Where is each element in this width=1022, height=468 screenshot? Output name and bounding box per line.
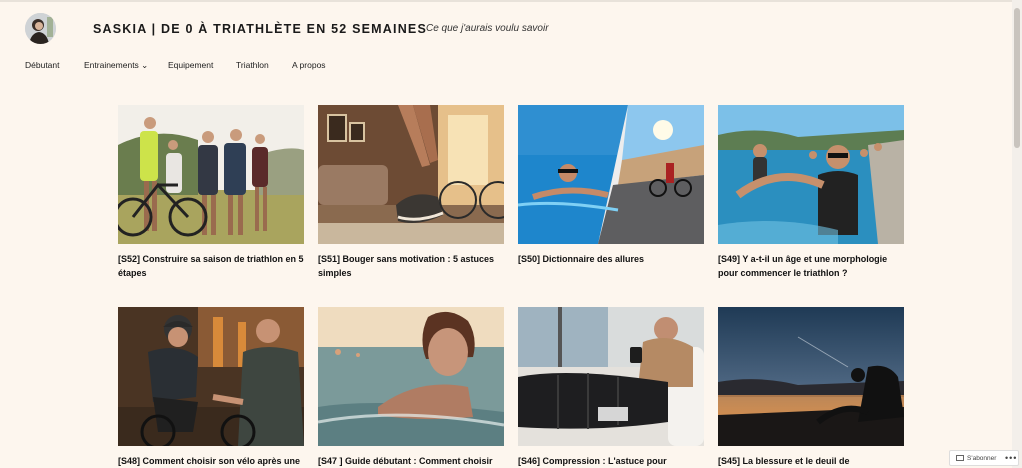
nav-item-triathlon[interactable]: Triathlon	[236, 60, 269, 70]
post-title[interactable]: [S51] Bouger sans motivation : 5 astuces…	[318, 252, 504, 280]
more-options-icon[interactable]: •••	[1005, 453, 1017, 463]
post-thumbnail[interactable]	[718, 307, 904, 446]
post-title[interactable]: [S48] Comment choisir son vélo après une	[118, 454, 304, 468]
site-title[interactable]: SASKIA | DE 0 À TRIATHLÈTE EN 52 SEMAINE…	[93, 22, 427, 36]
nav-item-equipement[interactable]: Equipement	[168, 60, 213, 70]
nav-item-debutant[interactable]: Débutant	[25, 60, 60, 70]
post-title[interactable]: [S47 ] Guide débutant : Comment choisir	[318, 454, 504, 468]
nav-item-entrainements[interactable]: Entrainements ⌄	[84, 60, 148, 71]
site-avatar[interactable]	[25, 13, 56, 44]
nav-item-a-propos[interactable]: A propos	[292, 60, 326, 70]
post-thumbnail[interactable]	[118, 105, 304, 244]
post-thumbnail[interactable]	[718, 105, 904, 244]
post-thumbnail[interactable]	[518, 105, 704, 244]
post-title[interactable]: [S49] Y a-t-il un âge et une morphologie…	[718, 252, 904, 280]
subscribe-widget[interactable]: S'abonner •••	[949, 450, 1019, 466]
page-scrollbar[interactable]	[1012, 0, 1022, 468]
post-thumbnail[interactable]	[318, 105, 504, 244]
site-header: SASKIA | DE 0 À TRIATHLÈTE EN 52 SEMAINE…	[0, 0, 1012, 95]
post-thumbnail[interactable]	[518, 307, 704, 446]
post-title[interactable]: [S50] Dictionnaire des allures	[518, 252, 704, 266]
site-tagline: Ce que j'aurais voulu savoir	[426, 23, 549, 34]
post-thumbnail[interactable]	[318, 307, 504, 446]
subscribe-button[interactable]: S'abonner	[967, 455, 996, 462]
post-title[interactable]: [S52] Construire sa saison de triathlon …	[118, 252, 304, 280]
scrollbar-thumb[interactable]	[1014, 8, 1020, 148]
post-thumbnail[interactable]	[118, 307, 304, 446]
post-title[interactable]: [S46] Compression : L'astuce pour	[518, 454, 704, 468]
post-title[interactable]: [S45] La blessure et le deuil de	[718, 454, 904, 468]
follow-icon	[956, 455, 964, 461]
